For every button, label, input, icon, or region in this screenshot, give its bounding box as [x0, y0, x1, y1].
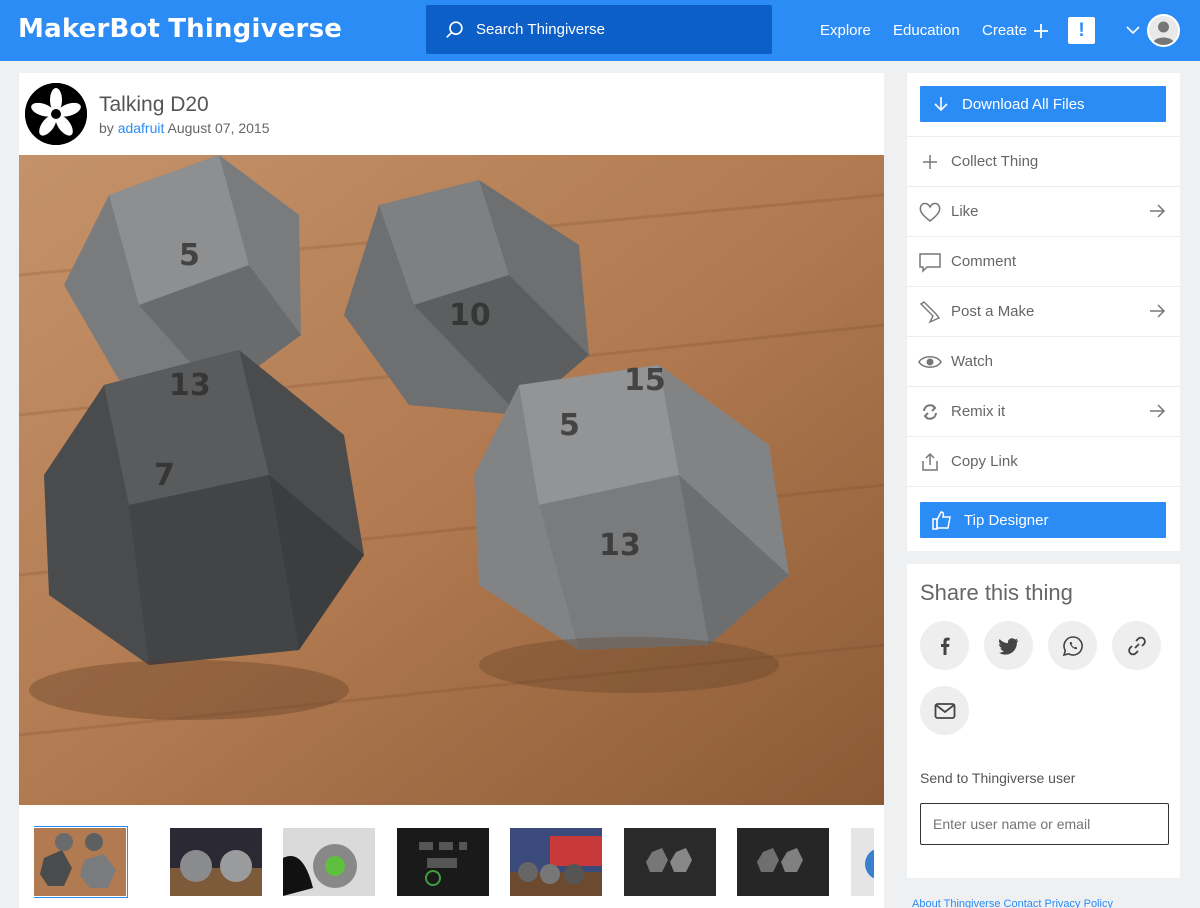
share-twitter-button[interactable] — [984, 621, 1033, 670]
thing-byline: by adafruit August 07, 2015 — [99, 120, 270, 136]
watch-label: Watch — [951, 353, 993, 370]
comment-label: Comment — [951, 253, 1017, 270]
thumbnail-electronics-photo — [283, 828, 375, 896]
thing-title: Talking D20 — [99, 93, 209, 116]
search-icon — [446, 20, 463, 38]
share-link-button[interactable] — [1112, 621, 1161, 670]
thumbnail-dice-photo — [34, 828, 126, 896]
thumbnail-dice-photo — [170, 828, 262, 896]
like-button[interactable]: Like — [907, 186, 1180, 236]
email-icon — [934, 702, 955, 719]
post-a-make-label: Post a Make — [951, 303, 1035, 320]
svg-text:7: 7 — [154, 458, 175, 493]
post-a-make-button[interactable]: Post a Make — [907, 286, 1180, 336]
actions-panel: Download All Files Collect Thing Like Co… — [907, 73, 1180, 551]
chevron-down-icon[interactable] — [1125, 22, 1141, 38]
watch-button[interactable]: Watch — [907, 336, 1180, 386]
thingiverse-logo[interactable]: MakerBot Thingiverse — [18, 14, 342, 44]
copy-link-button[interactable]: Copy Link — [907, 436, 1180, 486]
thumbnail-components-photo — [397, 828, 489, 896]
download-arrow-icon — [934, 97, 948, 112]
twitter-icon — [998, 637, 1018, 655]
author-link[interactable]: adafruit — [118, 120, 165, 136]
footer-links[interactable]: About Thingiverse Contact Privacy Policy — [912, 898, 1113, 908]
thumbnail-dice-photo — [510, 828, 602, 896]
collect-thing-label: Collect Thing — [951, 153, 1039, 170]
link-icon — [1127, 636, 1146, 655]
user-icon — [1149, 16, 1178, 45]
thumbnail-dice-photo — [624, 828, 716, 896]
thumbnail-7[interactable] — [737, 828, 829, 896]
whatsapp-icon — [1062, 635, 1083, 656]
share-facebook-button[interactable] — [920, 621, 969, 670]
search-input[interactable]: Search Thingiverse — [476, 21, 605, 38]
download-all-label: Download All Files — [962, 95, 1085, 113]
user-avatar[interactable] — [1147, 14, 1180, 47]
make-nozzle-icon — [919, 300, 940, 323]
share-upload-icon — [921, 452, 938, 471]
comment-icon — [918, 252, 941, 273]
svg-text:15: 15 — [624, 363, 666, 398]
logo-product: Thingiverse — [168, 14, 343, 44]
thumbs-up-icon — [932, 511, 951, 530]
share-whatsapp-button[interactable] — [1048, 621, 1097, 670]
thumbnail-dice-photo — [851, 828, 874, 896]
top-navigation-bar: MakerBot Thingiverse Search Thingiverse E… — [0, 0, 1200, 61]
thing-main-panel: Talking D20 by adafruit August 07, 2015 — [19, 73, 884, 908]
thumbnail-8[interactable] — [851, 828, 874, 896]
remix-icon — [922, 403, 937, 420]
eye-icon — [917, 355, 942, 368]
main-thing-image[interactable]: 13 7 5 13 15 10 5 — [19, 155, 884, 805]
svg-text:5: 5 — [179, 238, 200, 273]
tip-designer-label: Tip Designer — [964, 511, 1049, 529]
download-all-files-button[interactable]: Download All Files — [920, 86, 1166, 122]
search-bar[interactable]: Search Thingiverse — [426, 5, 772, 54]
send-to-user-input[interactable] — [920, 803, 1169, 845]
adafruit-flower-logo — [25, 83, 87, 145]
arrow-right-icon[interactable] — [1148, 202, 1166, 220]
logo-brand: MakerBot — [18, 14, 161, 44]
publish-date: August 07, 2015 — [167, 120, 270, 136]
arrow-right-icon[interactable] — [1148, 402, 1166, 420]
thumbnail-strip — [34, 826, 874, 901]
svg-text:10: 10 — [449, 298, 491, 333]
tip-designer-button[interactable]: Tip Designer — [920, 502, 1166, 538]
like-label: Like — [951, 203, 979, 220]
remix-label: Remix it — [951, 403, 1006, 420]
notifications-button[interactable]: ! — [1068, 17, 1095, 44]
thumbnail-5[interactable] — [510, 828, 602, 896]
plus-icon — [922, 154, 937, 169]
comment-button[interactable]: Comment — [907, 236, 1180, 286]
svg-text:13: 13 — [169, 368, 211, 403]
send-to-user-label: Send to Thingiverse user — [920, 770, 1076, 786]
thumbnail-2[interactable] — [170, 828, 262, 896]
thumbnail-1[interactable] — [34, 826, 128, 898]
svg-text:5: 5 — [559, 408, 580, 443]
plus-icon — [1034, 23, 1049, 38]
byline-by: by — [99, 120, 114, 136]
designer-avatar[interactable] — [25, 83, 87, 145]
share-title: Share this thing — [920, 580, 1073, 605]
share-email-button[interactable] — [920, 686, 969, 735]
nav-create[interactable]: Create — [982, 0, 1049, 61]
thumbnail-4[interactable] — [397, 828, 489, 896]
facebook-icon — [940, 637, 950, 655]
remix-button[interactable]: Remix it — [907, 386, 1180, 436]
thumbnail-6[interactable] — [624, 828, 716, 896]
nav-education[interactable]: Education — [893, 0, 960, 61]
svg-text:13: 13 — [599, 528, 641, 563]
heart-icon — [919, 202, 940, 222]
d20-dice-photo: 13 7 5 13 15 10 5 — [19, 155, 884, 805]
thumbnail-dice-photo — [737, 828, 829, 896]
share-panel: Share this thing Send to Thingiverse use… — [907, 564, 1180, 878]
copy-link-label: Copy Link — [951, 453, 1018, 470]
nav-create-label: Create — [982, 22, 1028, 39]
collect-thing-button[interactable]: Collect Thing — [907, 136, 1180, 186]
nav-explore[interactable]: Explore — [820, 0, 871, 61]
thumbnail-3[interactable] — [283, 828, 375, 896]
arrow-right-icon[interactable] — [1148, 302, 1166, 320]
